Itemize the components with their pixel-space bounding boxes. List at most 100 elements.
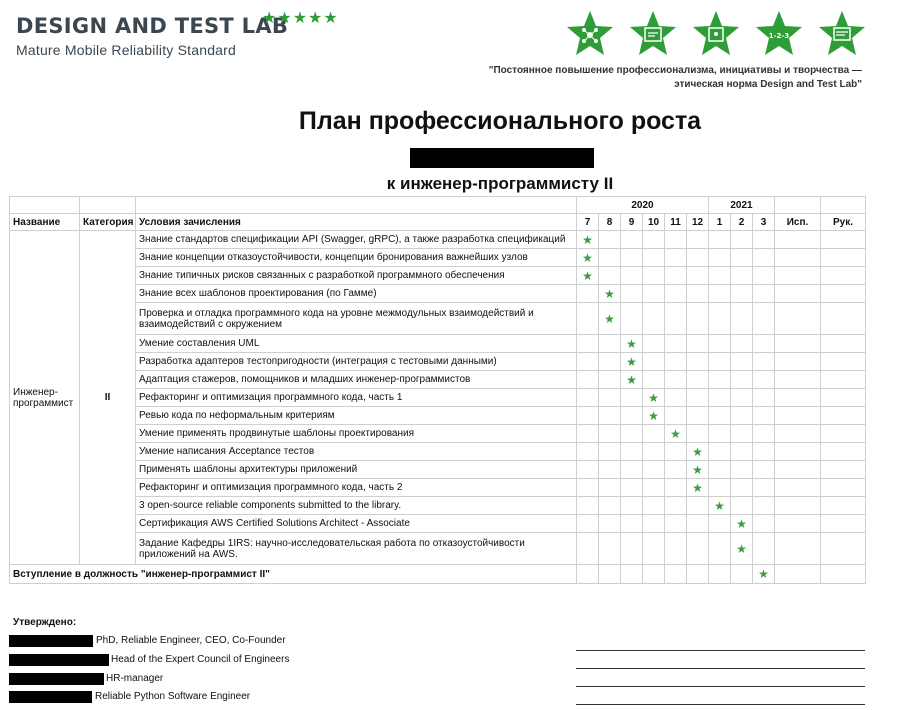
condition-text: Разработка адаптеров тестопригодности (и…	[135, 352, 577, 371]
head-cell	[820, 370, 866, 389]
star-icon: ★	[730, 514, 753, 533]
month-cell	[686, 248, 709, 267]
month-cell	[730, 564, 753, 584]
month-cell	[642, 284, 665, 303]
done-cell	[774, 514, 821, 533]
head-cell	[820, 334, 866, 353]
badge-steps-text: 1-2-3	[769, 32, 790, 40]
month-cell	[642, 352, 665, 371]
steps-badge-icon: 1-2-3	[756, 11, 802, 55]
done-cell	[774, 424, 821, 443]
growth-plan-table: 2020 2021 Название Категория Условия зач…	[9, 196, 866, 584]
signature-line	[576, 686, 865, 687]
head-cell	[820, 514, 866, 533]
month-cell	[708, 248, 731, 267]
month-cell	[708, 352, 731, 371]
month-header: 2	[730, 213, 753, 231]
star-icon: ★	[620, 352, 643, 371]
month-cell	[598, 478, 621, 497]
done-cell	[774, 406, 821, 425]
footer-row: Вступление в должность "инженер-программ…	[9, 564, 866, 584]
table-row: Знание типичных рисков связанных с разра…	[10, 266, 866, 285]
month-cell	[598, 442, 621, 461]
month-cell	[576, 442, 599, 461]
month-cell	[686, 284, 709, 303]
month-cell	[730, 370, 753, 389]
month-cell	[664, 388, 687, 407]
month-cell	[664, 460, 687, 479]
redacted-signer-1	[9, 635, 93, 647]
month-cell	[642, 442, 665, 461]
head-cell	[820, 388, 866, 407]
head-cell	[820, 460, 866, 479]
month-cell	[664, 442, 687, 461]
head-cell	[820, 230, 866, 249]
done-cell	[774, 334, 821, 353]
month-cell	[686, 514, 709, 533]
redacted-signer-4	[9, 691, 92, 703]
head-cell	[820, 496, 866, 515]
done-cell	[774, 230, 821, 249]
month-cell	[576, 514, 599, 533]
head-cell	[820, 406, 866, 425]
month-cell	[730, 284, 753, 303]
done-cell	[774, 478, 821, 497]
month-cell	[752, 442, 775, 461]
table-row: Умение применять продвинутые шаблоны про…	[10, 424, 866, 443]
condition-text: Применять шаблоны архитектуры приложений	[135, 460, 577, 479]
month-cell	[664, 478, 687, 497]
month-cell	[576, 284, 599, 303]
month-cell	[642, 266, 665, 285]
month-cell	[576, 532, 599, 565]
month-cell	[598, 424, 621, 443]
month-cell	[686, 352, 709, 371]
star-icon: ★	[642, 406, 665, 425]
condition-text: Ревью кода по неформальным критериям	[135, 406, 577, 425]
month-cell	[752, 230, 775, 249]
month-cell	[664, 230, 687, 249]
table-row: Инженер-программист II Знание стандартов с…	[9, 230, 866, 565]
month-cell	[642, 496, 665, 515]
month-cell	[620, 442, 643, 461]
month-header: 3	[752, 213, 775, 231]
page-subtitle: к инженер-программисту II	[386, 174, 614, 193]
month-cell	[576, 424, 599, 443]
done-cell	[774, 442, 821, 461]
month-cell	[686, 496, 709, 515]
month-cell	[686, 370, 709, 389]
month-cell	[752, 284, 775, 303]
month-cell	[598, 352, 621, 371]
redacted-signer-2	[9, 654, 109, 666]
month-cell	[576, 302, 599, 335]
month-header: 8	[598, 213, 621, 231]
code-badge-icon	[630, 11, 676, 55]
col-name-header: Название	[9, 213, 80, 231]
table-row: Рефакторинг и оптимизация программного к…	[10, 478, 866, 497]
month-cell	[664, 514, 687, 533]
month-cell	[576, 496, 599, 515]
footer-text: Вступление в должность "инженер-программ…	[9, 564, 577, 584]
year-2020: 2020	[576, 196, 709, 214]
month-cell	[752, 532, 775, 565]
month-cell	[752, 460, 775, 479]
condition-text: Задание Кафедры 1IRS: научно-исследовате…	[135, 532, 577, 565]
month-cell	[620, 248, 643, 267]
month-cell	[620, 424, 643, 443]
month-cell	[708, 266, 731, 285]
condition-text: Знание концепции отказоустойчивости, кон…	[135, 248, 577, 267]
month-cell	[620, 532, 643, 565]
star-icon: ★	[664, 424, 687, 443]
month-cell	[730, 478, 753, 497]
signature-line	[576, 650, 865, 651]
month-cell	[686, 302, 709, 335]
month-cell	[752, 248, 775, 267]
network-badge-icon	[567, 11, 613, 55]
month-cell	[686, 532, 709, 565]
month-cell	[664, 248, 687, 267]
month-cell	[752, 496, 775, 515]
star-icon: ★	[620, 334, 643, 353]
month-cell	[598, 532, 621, 565]
logo-subtitle: Mature Mobile Reliability Standard	[16, 42, 237, 58]
condition-text: Рефакторинг и оптимизация программного к…	[135, 478, 577, 497]
month-cell	[708, 230, 731, 249]
